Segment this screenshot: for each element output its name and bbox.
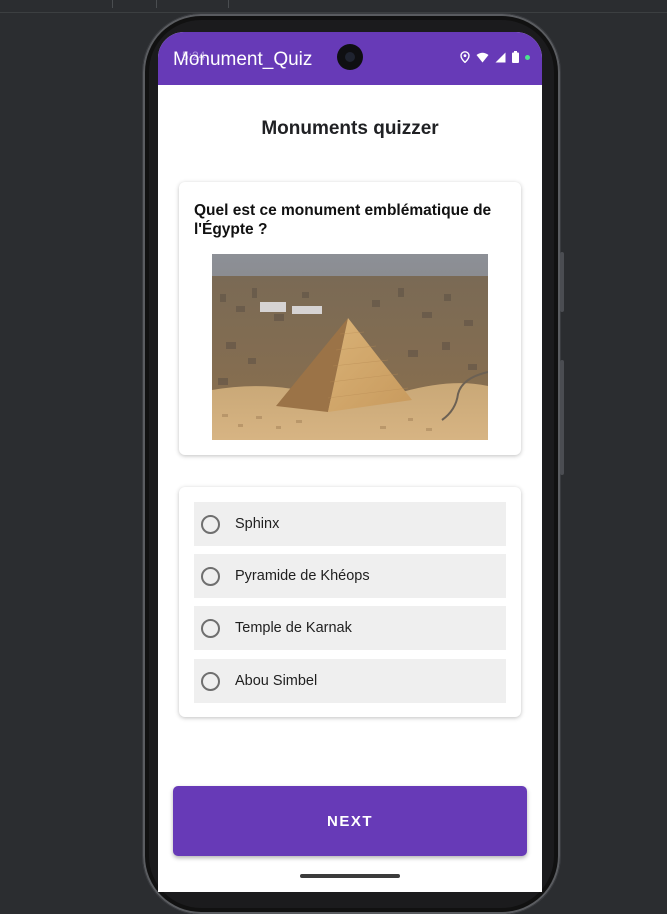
radio-button[interactable] [201, 567, 220, 586]
home-indicator[interactable] [300, 874, 400, 878]
option-sphinx[interactable]: Sphinx [194, 502, 506, 546]
option-abou-simbel[interactable]: Abou Simbel [194, 659, 506, 703]
ide-divider [156, 0, 157, 8]
radio-button[interactable] [201, 515, 220, 534]
ide-divider [112, 0, 113, 8]
ide-top-bar [0, 0, 667, 13]
power-button [560, 360, 564, 475]
option-label: Temple de Karnak [235, 620, 352, 636]
status-icons [460, 50, 530, 64]
ide-divider [228, 0, 229, 8]
app-title: Monument_Quiz [173, 49, 313, 70]
option-temple-de-karnak[interactable]: Temple de Karnak [194, 606, 506, 650]
option-label: Abou Simbel [235, 673, 318, 689]
question-text: Quel est ce monument emblématique de l'É… [194, 202, 492, 238]
option-pyramide-de-kheops[interactable]: Pyramide de Khéops [194, 554, 506, 598]
answers-card: Sphinx Pyramide de Khéops Temple de Karn… [179, 487, 521, 717]
option-label: Pyramide de Khéops [235, 568, 370, 584]
status-dot [525, 54, 530, 60]
app-bar: 5:24 Monument_Quiz [158, 32, 542, 85]
pyramid-photo [212, 254, 488, 440]
phone-screen: 5:24 Monument_Quiz Monuments quizzer Que… [158, 32, 542, 892]
radio-button[interactable] [201, 619, 220, 638]
next-button[interactable]: NEXT [173, 786, 527, 856]
signal-icon [495, 52, 506, 62]
radio-button[interactable] [201, 672, 220, 691]
page-title: Monuments quizzer [261, 118, 439, 139]
option-label: Sphinx [235, 516, 280, 532]
front-camera [337, 44, 363, 70]
volume-button [560, 252, 564, 312]
location-icon [460, 51, 470, 63]
question-card: Quel est ce monument emblématique de l'É… [179, 182, 521, 455]
battery-icon [512, 51, 519, 63]
wifi-icon [476, 52, 489, 62]
